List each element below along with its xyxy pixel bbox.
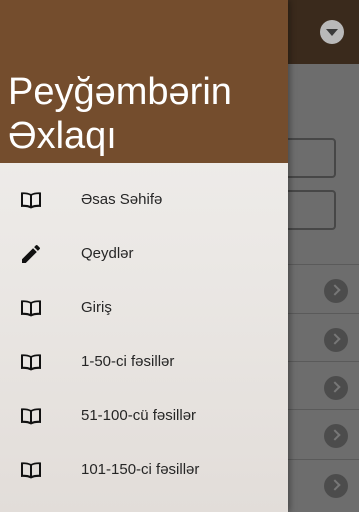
menu-item-label: 51-100-cü fəsillər [81,407,197,424]
menu-item-chapters-1-50[interactable]: 1-50-ci fəsillər [0,335,288,389]
pencil-icon [22,244,41,263]
chevron-right-icon [324,328,348,352]
chevron-right-icon [324,424,348,448]
menu-item-chapters-101-150[interactable]: 101-150-ci fəsillər [0,443,288,497]
book-icon [21,192,41,209]
book-icon [21,462,41,479]
menu-item-home[interactable]: Əsas Səhifə [0,173,288,227]
menu-item-label: Qeydlər [81,245,134,262]
menu-item-chapters-51-100[interactable]: 51-100-cü fəsillər [0,389,288,443]
menu-item-label: 101-150-ci fəsillər [81,461,200,478]
list-item[interactable] [287,361,359,414]
list-item[interactable] [287,459,359,512]
menu-item-notes[interactable]: Qeydlər [0,227,288,281]
menu-item-label: Giriş [81,299,112,316]
drawer-header: Peyğəmbərin Əxlaqı [0,0,288,163]
menu-item-intro[interactable]: Giriş [0,281,288,335]
chevron-right-icon [324,376,348,400]
book-icon [21,408,41,425]
book-icon [21,354,41,371]
input-box[interactable] [280,190,336,230]
list-item[interactable] [287,264,359,317]
list-item[interactable] [287,409,359,462]
menu-item-label: 1-50-ci fəsillər [81,353,175,370]
menu-item-label: Əsas Səhifə [81,191,163,208]
navigation-drawer: Peyğəmbərin Əxlaqı Əsas Səhifə Qeydlər G… [0,0,288,512]
list-item[interactable] [287,313,359,366]
chevron-down-icon[interactable] [320,20,344,44]
drawer-title: Peyğəmbərin Əxlaqı [8,71,232,157]
book-icon [21,300,41,317]
drawer-menu: Əsas Səhifə Qeydlər Giriş 1-50-ci fəsill… [0,173,288,497]
input-box[interactable] [280,138,336,178]
chevron-right-icon [324,474,348,498]
chevron-right-icon [324,279,348,303]
